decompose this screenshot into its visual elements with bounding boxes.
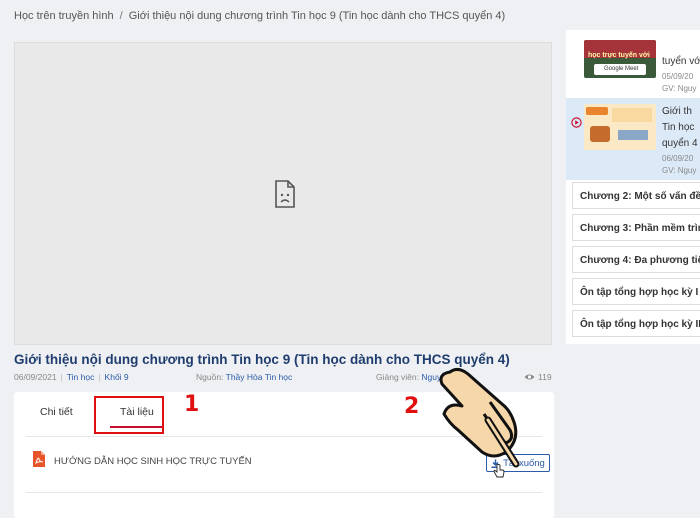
source-link[interactable]: Thầy Hòa Tin học bbox=[226, 372, 293, 382]
sidebar-video-title: tuyển vớ bbox=[662, 56, 700, 67]
teacher-label: Giảng viên: bbox=[376, 372, 419, 382]
annotation-step-1: 1 bbox=[184, 392, 200, 417]
breadcrumb-home-link[interactable]: Học trên truyền hình bbox=[14, 10, 114, 22]
sidebar-playlist: học trực tuyến với Google Meet tuyển vớ … bbox=[566, 30, 700, 344]
sidebar-chapter-item[interactable]: Chương 4: Đa phương tiện bbox=[572, 246, 700, 273]
video-date: 06/09/2021 bbox=[14, 372, 57, 382]
pdf-file-icon bbox=[33, 451, 45, 467]
sidebar-chapter-item[interactable]: Ôn tập tổng hợp học kỳ II bbox=[572, 310, 700, 337]
views-count: 119 bbox=[538, 372, 552, 382]
breadcrumb: Học trên truyền hình / Giới thiệu nội dung… bbox=[14, 10, 554, 22]
breadcrumb-separator: / bbox=[119, 10, 123, 22]
annotation-box-1 bbox=[94, 396, 164, 434]
video-source: Nguồn: Thầy Hòa Tin học bbox=[196, 372, 292, 384]
source-label: Nguồn: bbox=[196, 372, 224, 382]
video-grade-link[interactable]: Khối 9 bbox=[105, 372, 129, 382]
breadcrumb-current: Giới thiệu nội dung chương trình Tin học… bbox=[128, 10, 506, 22]
hand-cursor-icon bbox=[493, 464, 505, 478]
sidebar-chapter-item[interactable]: Ôn tập tổng hợp học kỳ I bbox=[572, 278, 700, 305]
tab-details[interactable]: Chi tiết bbox=[40, 406, 73, 418]
sidebar-video-teacher: GV: Nguy bbox=[662, 166, 697, 175]
annotation-step-2: 2 bbox=[404, 394, 420, 419]
sidebar-video-date: 05/09/20 bbox=[662, 72, 694, 81]
eye-icon bbox=[524, 374, 535, 380]
video-subject-link[interactable]: Tin học bbox=[67, 372, 95, 382]
sidebar-video-teacher: GV: Nguy bbox=[662, 84, 697, 93]
broken-page-icon bbox=[275, 180, 295, 208]
sidebar-video-item-active[interactable]: Giới th Tin học quyển 4 06/09/20 GV: Ngu… bbox=[566, 98, 700, 180]
sidebar-chapter-item[interactable]: Chương 3: Phần mềm trình bbox=[572, 214, 700, 241]
video-views: 119 bbox=[524, 372, 552, 384]
video-player[interactable] bbox=[14, 42, 552, 345]
video-thumbnail bbox=[584, 104, 656, 150]
sidebar-video-title: Giới th bbox=[662, 106, 692, 117]
pointing-hand-icon bbox=[439, 367, 520, 468]
play-circle-icon bbox=[571, 117, 582, 128]
document-name: HƯỚNG DẪN HỌC SINH HỌC TRỰC TUYẾN bbox=[54, 456, 252, 467]
video-meta-left: 06/09/2021 | Tin học | Khối 9 bbox=[14, 372, 129, 382]
document-divider bbox=[26, 492, 542, 493]
sidebar-chapter-item[interactable]: Chương 2: Một số vấn đề xã bbox=[572, 182, 700, 209]
video-thumbnail: học trực tuyến với Google Meet bbox=[584, 40, 656, 78]
sidebar-video-date: 06/09/20 bbox=[662, 154, 694, 163]
